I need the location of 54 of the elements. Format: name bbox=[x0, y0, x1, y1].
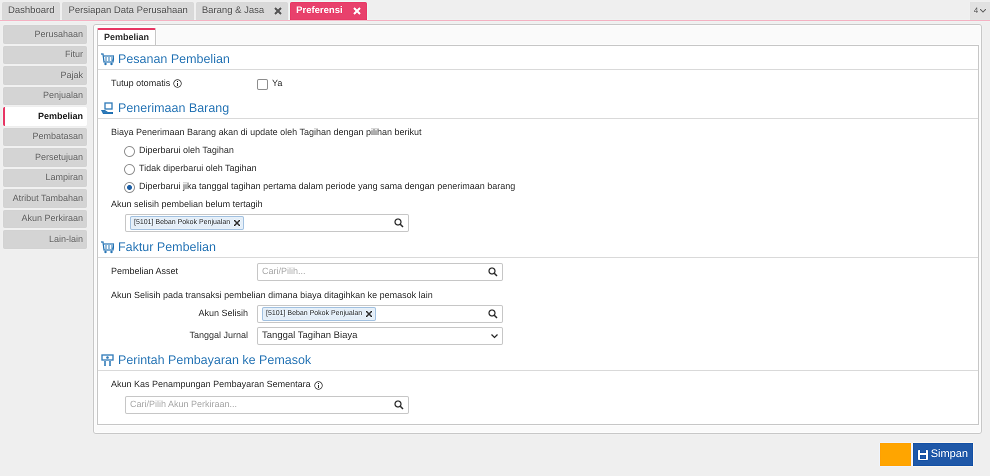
field-label: Akun Kas Penampungan Pembayaran Sementara bbox=[111, 378, 311, 392]
sidebar-item[interactable]: Perusahaan bbox=[3, 25, 87, 44]
sidebar-item[interactable]: Fitur bbox=[3, 46, 87, 64]
tab[interactable]: Persiapan Data Perusahaan bbox=[62, 2, 194, 20]
cart-icon bbox=[101, 53, 114, 66]
tab[interactable]: Pembelian bbox=[97, 28, 156, 45]
section-heading: Penerimaan Barang bbox=[98, 99, 978, 119]
checkbox[interactable] bbox=[257, 78, 268, 90]
tab[interactable]: Dashboard bbox=[2, 2, 60, 20]
search-icon bbox=[488, 267, 498, 277]
sidebar-item[interactable]: Akun Perkiraan bbox=[3, 210, 87, 228]
field-label: Tutup otomatis bbox=[111, 78, 172, 88]
radio-button[interactable] bbox=[124, 182, 135, 192]
radio-label: Diperbarui jika tanggal tagihan pertama dalam periode yang sama dengan penerimaan barang bbox=[139, 180, 516, 194]
tab-count-dropdown[interactable]: 4 bbox=[970, 2, 990, 20]
hand-box-icon bbox=[101, 102, 114, 115]
sidebar-item[interactable]: Lain-lain bbox=[3, 230, 87, 248]
search-field[interactable]: Cari/Pilih Akun Perkiraan... bbox=[125, 396, 409, 414]
remove-icon bbox=[234, 220, 240, 226]
remove-icon bbox=[366, 311, 372, 317]
search-icon bbox=[394, 400, 404, 410]
radio-label: Diperbarui oleh Tagihan bbox=[139, 144, 234, 158]
search-icon bbox=[488, 309, 498, 319]
sidebar-item[interactable]: Persetujuan bbox=[3, 148, 87, 166]
checkbox-label: Ya bbox=[272, 77, 282, 90]
field-label: Biaya Penerimaan Barang akan di update oleh Tagihan dengan pilihan berikut bbox=[111, 126, 422, 140]
tab[interactable]: Preferensi bbox=[290, 2, 367, 20]
sidebar-item[interactable]: Lampiran bbox=[3, 168, 87, 187]
sidebar-item[interactable]: Pembatasan bbox=[3, 128, 87, 146]
search-field[interactable]: Cari/Pilih... bbox=[257, 263, 503, 281]
radio-button[interactable] bbox=[124, 164, 135, 174]
radio-label: Tidak diperbarui oleh Tagihan bbox=[139, 162, 257, 176]
save-icon bbox=[918, 450, 928, 460]
sidebar-item[interactable]: Pembelian bbox=[3, 107, 87, 126]
money-icon bbox=[101, 354, 114, 367]
caret-icon bbox=[980, 9, 986, 13]
save-button[interactable]: Simpan bbox=[912, 443, 973, 466]
field-label: Pembelian Asset bbox=[111, 266, 178, 276]
section-heading: Perintah Pembayaran ke Pemasok bbox=[98, 351, 978, 371]
field-label: Akun Selisih pada transaksi pembelian dimana biaya ditagihkan ke pemasok lain bbox=[111, 289, 433, 302]
tab[interactable]: Barang & Jasa bbox=[196, 2, 288, 20]
section-heading: Faktur Pembelian bbox=[98, 238, 978, 258]
chevron-down-icon bbox=[491, 334, 498, 338]
radio-button[interactable] bbox=[124, 146, 135, 156]
search-icon bbox=[394, 218, 404, 228]
sidebar-item[interactable]: Penjualan bbox=[3, 86, 87, 105]
field-label: Akun selisih pembelian belum tertagih bbox=[111, 198, 263, 212]
select-field[interactable]: Tanggal Tagihan Biaya bbox=[257, 327, 503, 345]
field-label: Akun Selisih bbox=[198, 308, 248, 318]
sidebar-item[interactable]: Atribut Tambahan bbox=[3, 189, 87, 208]
cart-icon bbox=[101, 241, 114, 254]
field-label: Tanggal Jurnal bbox=[189, 330, 248, 340]
section-heading: Pesanan Pembelian bbox=[98, 50, 978, 70]
sidebar-item[interactable]: Pajak bbox=[3, 66, 87, 84]
